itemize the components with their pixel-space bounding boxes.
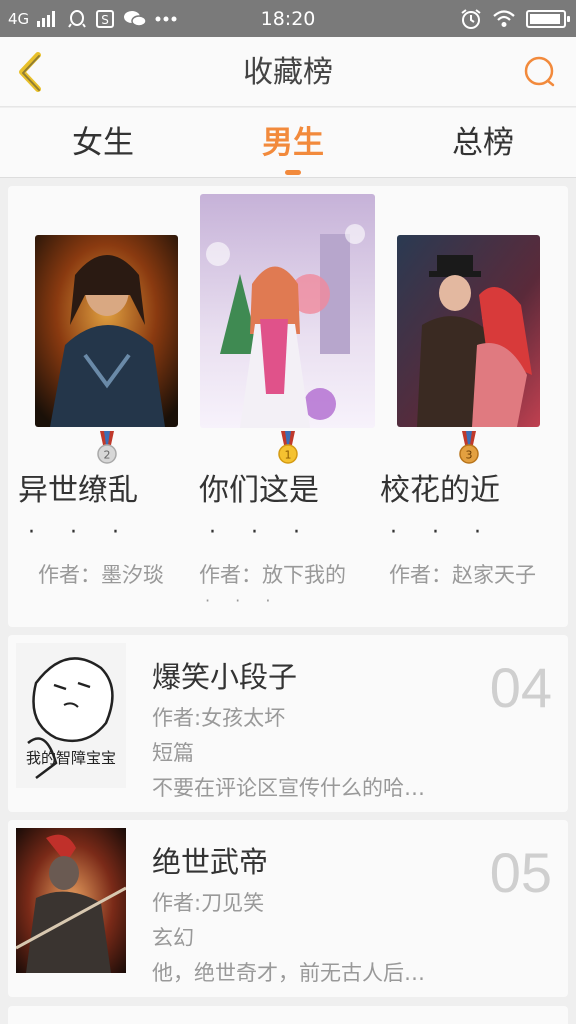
book-title: 绝世武帝 — [152, 845, 269, 879]
title-ellipsis: · · · — [390, 520, 495, 545]
tab-overall[interactable]: 总榜 — [428, 124, 538, 162]
book-genre: 短篇 — [152, 741, 194, 765]
book-author: 作者:刀见笑 — [152, 891, 265, 915]
svg-text:1: 1 — [285, 449, 292, 462]
cover-art — [200, 194, 375, 428]
book-genre: 玄幻 — [152, 926, 194, 950]
list-item[interactable]: 我的智障宝宝 爆笑小段子 作者:女孩太坏 短篇 不要在评论区宣传什么的哈… 04 — [8, 635, 568, 812]
silver-medal-icon: 2 — [97, 431, 117, 464]
cover-art — [35, 235, 178, 427]
title-ellipsis: · · · — [209, 520, 314, 545]
chevron-left-icon — [19, 52, 41, 92]
nav-bar: 收藏榜 — [0, 37, 576, 107]
book-title: 爆笑小段子 — [152, 660, 298, 694]
search-icon — [524, 56, 555, 87]
top-book-author-2: 作者：墨汐琰 — [38, 563, 164, 587]
battery-level-fill — [530, 14, 561, 24]
top-book-title-2[interactable]: 异世缭乱 — [18, 473, 194, 509]
book-description: 不要在评论区宣传什么的哈… — [152, 776, 425, 800]
gold-medal-icon: 1 — [278, 431, 298, 464]
top-book-author-1: 作者：放下我的 — [199, 563, 346, 587]
cover-caption: 我的智障宝宝 — [25, 749, 116, 767]
cover-art — [397, 235, 540, 427]
bronze-medal-icon: 3 — [459, 431, 479, 464]
search-button[interactable] — [522, 54, 558, 90]
top-three-card: 2 异世缭乱 · · · 作者：墨汐琰 1 你们这是 · · · 作者：放下我的… — [8, 186, 568, 627]
book-cover-rank-2[interactable] — [35, 235, 178, 427]
top-book-title-3[interactable]: 校花的近 — [380, 473, 556, 509]
alarm-icon — [461, 9, 481, 29]
book-cover-rank-1[interactable] — [200, 194, 375, 428]
rank-number: 04 — [489, 656, 552, 719]
wifi-icon — [493, 10, 515, 27]
top-book-author-3: 作者：赵家天子 — [389, 563, 536, 587]
book-author: 作者:女孩太坏 — [152, 706, 286, 730]
title-ellipsis: · · · — [28, 520, 133, 545]
tab-male[interactable]: 男生 — [238, 124, 348, 162]
status-bar: 4G S 18:20 — [0, 0, 576, 37]
author-ellipsis: · · · — [205, 591, 281, 610]
category-tabs: 女生 男生 总榜 — [0, 108, 576, 178]
book-cover-rank-3[interactable] — [397, 235, 540, 427]
back-button[interactable] — [12, 51, 52, 93]
svg-text:3: 3 — [466, 449, 473, 462]
top-book-title-1[interactable]: 你们这是 — [199, 473, 375, 509]
tab-female[interactable]: 女生 — [48, 124, 158, 162]
cover-art — [16, 828, 126, 973]
rank-number: 05 — [489, 841, 552, 904]
page-title: 收藏榜 — [243, 55, 333, 90]
svg-text:2: 2 — [104, 449, 111, 462]
book-description: 他，绝世奇才，前无古人后… — [152, 961, 425, 985]
list-item-partial[interactable] — [8, 1006, 568, 1024]
book-cover — [16, 828, 126, 973]
list-item[interactable]: 绝世武帝 作者:刀见笑 玄幻 他，绝世奇才，前无古人后… 05 — [8, 820, 568, 997]
status-right-icons — [460, 7, 570, 31]
active-tab-indicator — [285, 170, 301, 175]
book-cover: 我的智障宝宝 — [16, 643, 126, 788]
battery-icon — [526, 10, 570, 28]
